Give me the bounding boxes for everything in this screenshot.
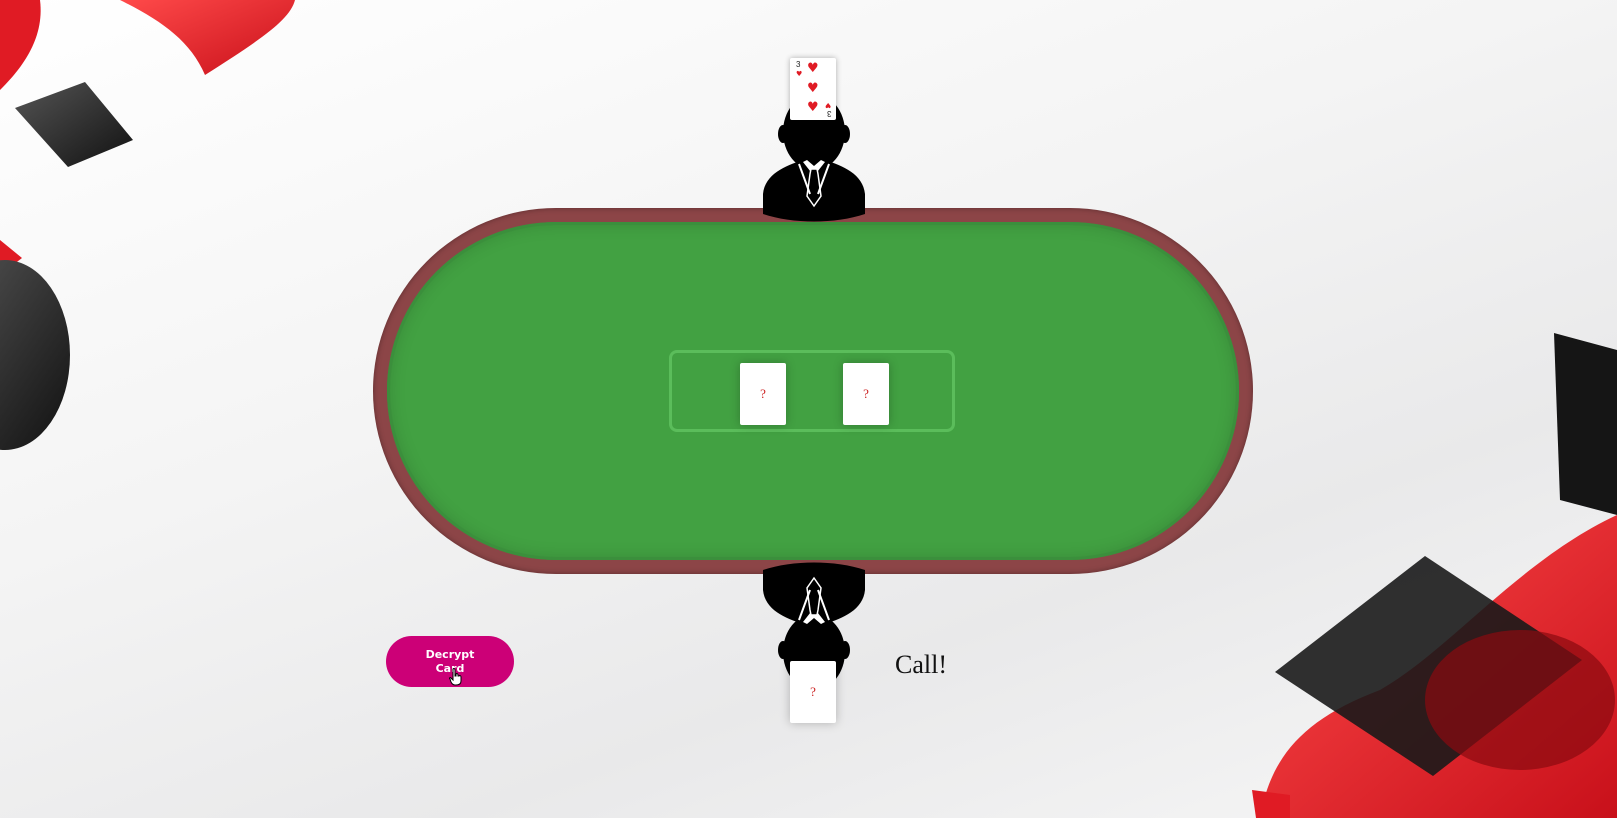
card-rank: 3 bbox=[796, 60, 801, 69]
heart-icon: ♥ bbox=[807, 61, 819, 76]
club-icon bbox=[1425, 630, 1615, 770]
card-face: ? bbox=[810, 684, 816, 699]
community-card[interactable]: ? bbox=[843, 363, 889, 425]
diamond-icon bbox=[15, 82, 133, 167]
heart-icon: ♥ bbox=[824, 101, 831, 109]
spade-icon bbox=[0, 260, 70, 450]
heart-icon: ♥ bbox=[807, 81, 819, 96]
decrypt-card-button[interactable]: Decrypt Card bbox=[386, 636, 514, 687]
player-hand-card[interactable]: ? bbox=[790, 661, 836, 723]
status-message: Call! bbox=[895, 650, 947, 679]
spade-icon bbox=[1554, 333, 1617, 515]
opponent-card: 3 ♥ ♥ ♥ ♥ ♥ 3 bbox=[790, 58, 836, 120]
heart-icon bbox=[0, 240, 22, 275]
heart-icon bbox=[1252, 515, 1617, 818]
card-rank: 3 bbox=[826, 109, 831, 118]
community-card-area bbox=[669, 350, 955, 432]
heart-icon bbox=[0, 0, 295, 90]
community-card[interactable]: ? bbox=[740, 363, 786, 425]
card-face: ? bbox=[760, 386, 766, 401]
heart-icon: ♥ bbox=[807, 100, 819, 115]
diamond-icon bbox=[1275, 556, 1582, 776]
card-face: ? bbox=[863, 386, 869, 401]
heart-icon: ♥ bbox=[796, 70, 803, 78]
